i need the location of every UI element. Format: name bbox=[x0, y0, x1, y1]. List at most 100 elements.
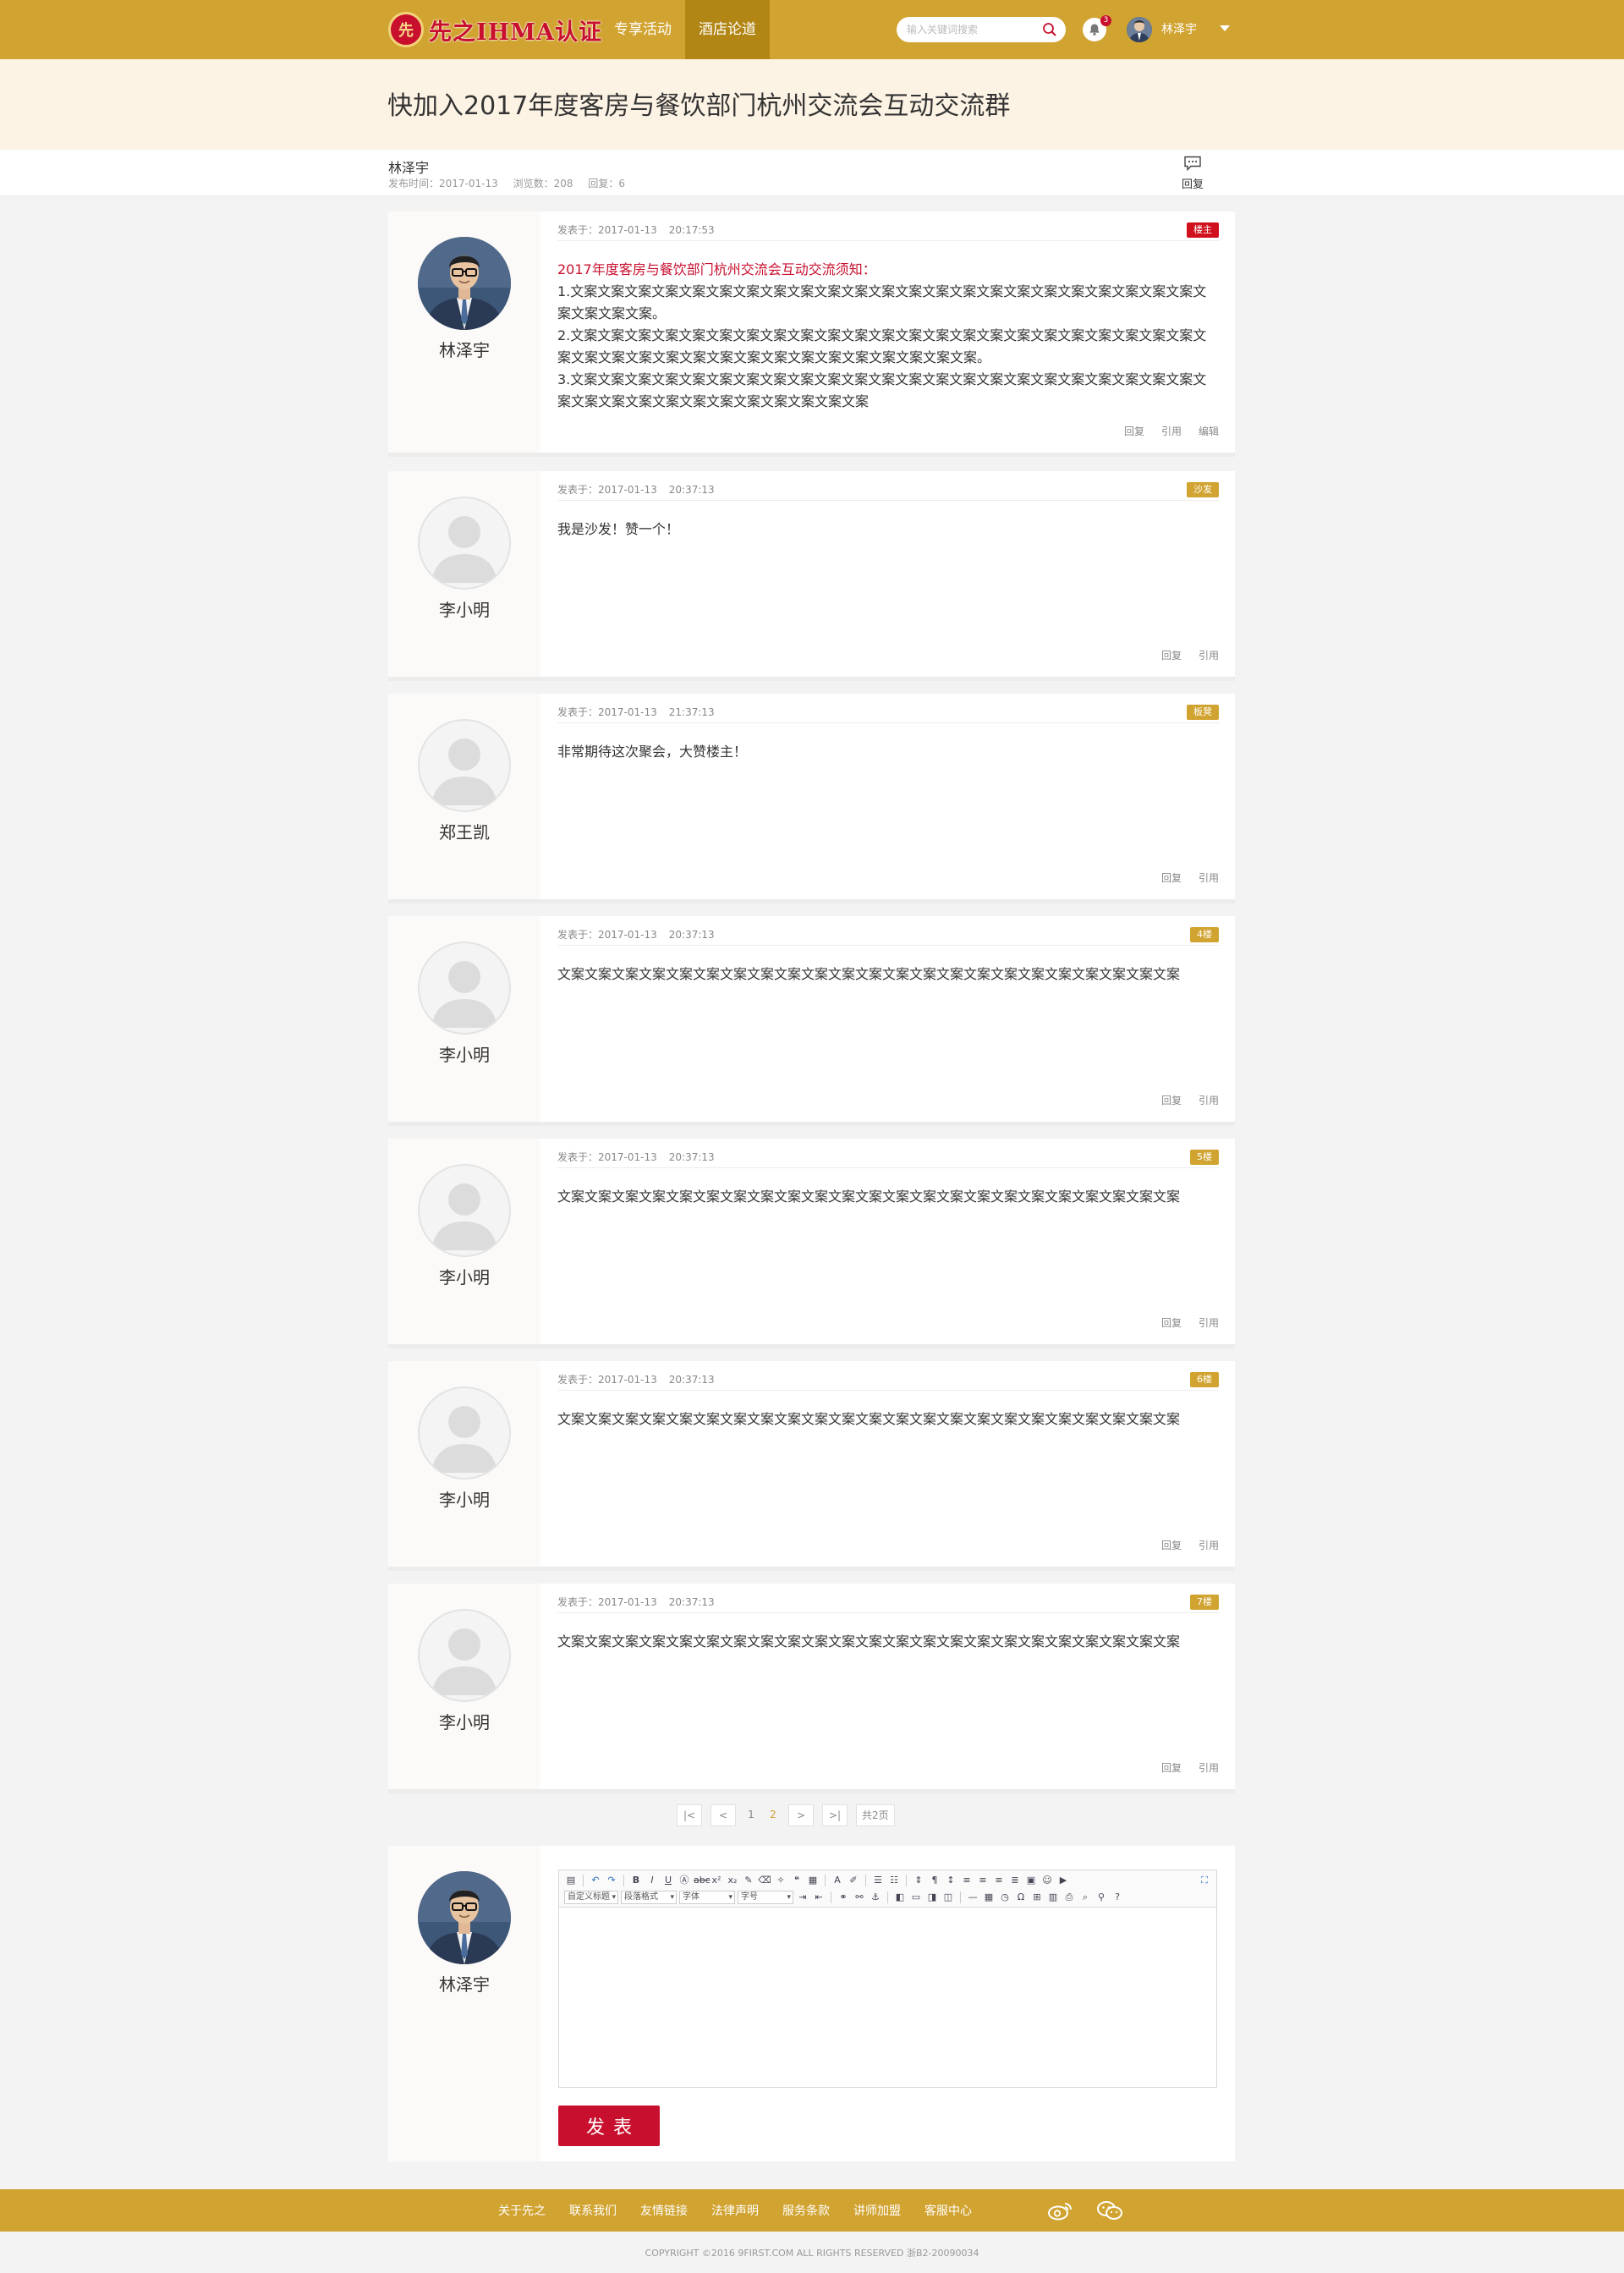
prev-page-button[interactable]: < bbox=[710, 1804, 736, 1826]
search-input[interactable] bbox=[907, 22, 1034, 37]
default-avatar-icon[interactable] bbox=[418, 942, 511, 1035]
footer-link-contact[interactable]: 联系我们 bbox=[569, 2202, 617, 2219]
quote-link[interactable]: 引用 bbox=[1161, 424, 1182, 438]
page-number-2[interactable]: 2 bbox=[766, 1804, 780, 1826]
nav-item-exclusive-events[interactable]: 专享活动 bbox=[601, 0, 685, 59]
reply-button[interactable]: 回复 bbox=[1180, 156, 1205, 191]
underline-icon[interactable]: U bbox=[661, 1874, 675, 1887]
footer-link-about[interactable]: 关于先之 bbox=[498, 2202, 546, 2219]
avatar[interactable] bbox=[418, 1871, 511, 1964]
default-avatar-icon[interactable] bbox=[418, 1164, 511, 1257]
default-avatar-icon[interactable] bbox=[418, 497, 511, 590]
font-color-icon[interactable]: A bbox=[831, 1874, 844, 1887]
horizontal-rule-icon[interactable]: — bbox=[966, 1891, 979, 1904]
poster-name[interactable]: 李小明 bbox=[388, 1486, 540, 1511]
video-icon[interactable]: ▶ bbox=[1056, 1874, 1070, 1887]
image-inline-icon[interactable]: ▭ bbox=[909, 1891, 923, 1904]
footer-link-legal[interactable]: 法律声明 bbox=[711, 2202, 759, 2219]
font-size-select[interactable]: 字号 bbox=[738, 1891, 793, 1904]
poster-name[interactable]: 郑王凯 bbox=[388, 819, 540, 843]
footer-link-friends[interactable]: 友情链接 bbox=[640, 2202, 688, 2219]
bold-icon[interactable]: B bbox=[629, 1874, 643, 1887]
quote-link[interactable]: 引用 bbox=[1199, 1760, 1219, 1775]
auto-format-icon[interactable]: ✧ bbox=[774, 1874, 787, 1887]
anchor-icon[interactable]: ⚓ bbox=[869, 1891, 882, 1904]
avatar[interactable] bbox=[418, 237, 511, 330]
user-menu-name[interactable]: 林泽宇 bbox=[1161, 20, 1197, 37]
quote-link[interactable]: 引用 bbox=[1199, 1538, 1219, 1552]
poster-name[interactable]: 李小明 bbox=[388, 596, 540, 621]
footer-link-support[interactable]: 客服中心 bbox=[924, 2202, 972, 2219]
strikethrough-icon[interactable]: abc bbox=[694, 1874, 710, 1887]
last-page-button[interactable]: >| bbox=[822, 1804, 848, 1826]
reply-link[interactable]: 回复 bbox=[1161, 1760, 1182, 1775]
unordered-list-icon[interactable]: ☷ bbox=[887, 1874, 901, 1887]
quote-link[interactable]: 引用 bbox=[1199, 870, 1219, 885]
subscript-icon[interactable]: x₂ bbox=[726, 1874, 739, 1887]
wechat-icon[interactable] bbox=[1096, 2200, 1123, 2221]
first-page-button[interactable]: |< bbox=[677, 1804, 702, 1826]
image-right-icon[interactable]: ◨ bbox=[925, 1891, 939, 1904]
reply-link[interactable]: 回复 bbox=[1161, 1538, 1182, 1552]
reply-link[interactable]: 回复 bbox=[1161, 1315, 1182, 1330]
search-icon[interactable] bbox=[1042, 22, 1057, 37]
special-char-icon[interactable]: Ω bbox=[1014, 1891, 1028, 1904]
image-center-icon[interactable]: ◫ bbox=[941, 1891, 955, 1904]
thread-author[interactable]: 林泽宇 bbox=[388, 156, 429, 177]
reply-link[interactable]: 回复 bbox=[1161, 870, 1182, 885]
line-height-icon[interactable]: ↕ bbox=[944, 1874, 957, 1887]
default-avatar-icon[interactable] bbox=[418, 1609, 511, 1702]
avatar[interactable] bbox=[1127, 17, 1152, 42]
next-page-button[interactable]: > bbox=[788, 1804, 814, 1826]
find-replace-icon[interactable]: ⚲ bbox=[1095, 1891, 1108, 1904]
default-avatar-icon[interactable] bbox=[418, 1386, 511, 1480]
format-match-icon[interactable]: ✎ bbox=[742, 1874, 755, 1887]
image-icon[interactable]: ▣ bbox=[1024, 1874, 1038, 1887]
align-left-icon[interactable]: ≡ bbox=[960, 1874, 974, 1887]
template-icon[interactable]: ▥ bbox=[1046, 1891, 1060, 1904]
date-icon[interactable]: ▦ bbox=[982, 1891, 996, 1904]
clear-format-icon[interactable]: ⌫ bbox=[758, 1874, 771, 1887]
paragraph-icon[interactable]: ¶ bbox=[928, 1874, 941, 1887]
poster-name[interactable]: 李小明 bbox=[388, 1709, 540, 1733]
image-left-icon[interactable]: ◧ bbox=[893, 1891, 907, 1904]
direction-rtl-icon[interactable]: ⇤ bbox=[812, 1891, 826, 1904]
default-avatar-icon[interactable] bbox=[418, 719, 511, 812]
row-spacing-icon[interactable]: ⇕ bbox=[912, 1874, 925, 1887]
justify-icon[interactable]: ≣ bbox=[1008, 1874, 1022, 1887]
reply-link[interactable]: 回复 bbox=[1161, 648, 1182, 662]
custom-title-select[interactable]: 自定义标题 bbox=[564, 1891, 618, 1904]
direction-ltr-icon[interactable]: ⇥ bbox=[796, 1891, 809, 1904]
time-icon[interactable]: ◷ bbox=[998, 1891, 1012, 1904]
preview-icon[interactable]: ⌕ bbox=[1078, 1891, 1092, 1904]
edit-link[interactable]: 编辑 bbox=[1199, 424, 1219, 438]
unlink-icon[interactable]: ⚯ bbox=[853, 1891, 866, 1904]
reply-link[interactable]: 回复 bbox=[1124, 424, 1144, 438]
quote-link[interactable]: 引用 bbox=[1199, 648, 1219, 662]
fullscreen-icon[interactable]: ⛶ bbox=[1198, 1874, 1211, 1887]
weibo-icon[interactable] bbox=[1047, 2200, 1074, 2221]
ordered-list-icon[interactable]: ☰ bbox=[871, 1874, 885, 1887]
italic-icon[interactable]: I bbox=[645, 1874, 659, 1887]
submit-post-button[interactable]: 发表 bbox=[558, 2106, 660, 2146]
nav-item-hotel-forum[interactable]: 酒店论道 bbox=[685, 0, 770, 59]
blockquote-icon[interactable]: ❝ bbox=[790, 1874, 804, 1887]
superscript-icon[interactable]: x² bbox=[710, 1874, 723, 1887]
footer-link-lecturer[interactable]: 讲师加盟 bbox=[853, 2202, 901, 2219]
source-icon[interactable]: ▤ bbox=[564, 1874, 578, 1887]
table-icon[interactable]: ⊞ bbox=[1030, 1891, 1044, 1904]
print-icon[interactable]: ⎙ bbox=[1062, 1891, 1076, 1904]
poster-name[interactable]: 林泽宇 bbox=[388, 1971, 540, 1996]
poster-name[interactable]: 李小明 bbox=[388, 1041, 540, 1066]
redo-icon[interactable]: ↷ bbox=[605, 1874, 618, 1887]
font-family-select[interactable]: 字体 bbox=[679, 1891, 735, 1904]
emoticon-icon[interactable]: ☺ bbox=[1040, 1874, 1054, 1887]
undo-icon[interactable]: ↶ bbox=[589, 1874, 602, 1887]
align-right-icon[interactable]: ≡ bbox=[992, 1874, 1006, 1887]
footer-link-terms[interactable]: 服务条款 bbox=[782, 2202, 830, 2219]
site-logo[interactable]: 先 先之IHMA认证 bbox=[388, 11, 602, 48]
poster-name[interactable]: 李小明 bbox=[388, 1264, 540, 1288]
quote-link[interactable]: 引用 bbox=[1199, 1315, 1219, 1330]
reply-link[interactable]: 回复 bbox=[1161, 1093, 1182, 1107]
border-text-icon[interactable]: Ⓐ bbox=[678, 1874, 691, 1887]
